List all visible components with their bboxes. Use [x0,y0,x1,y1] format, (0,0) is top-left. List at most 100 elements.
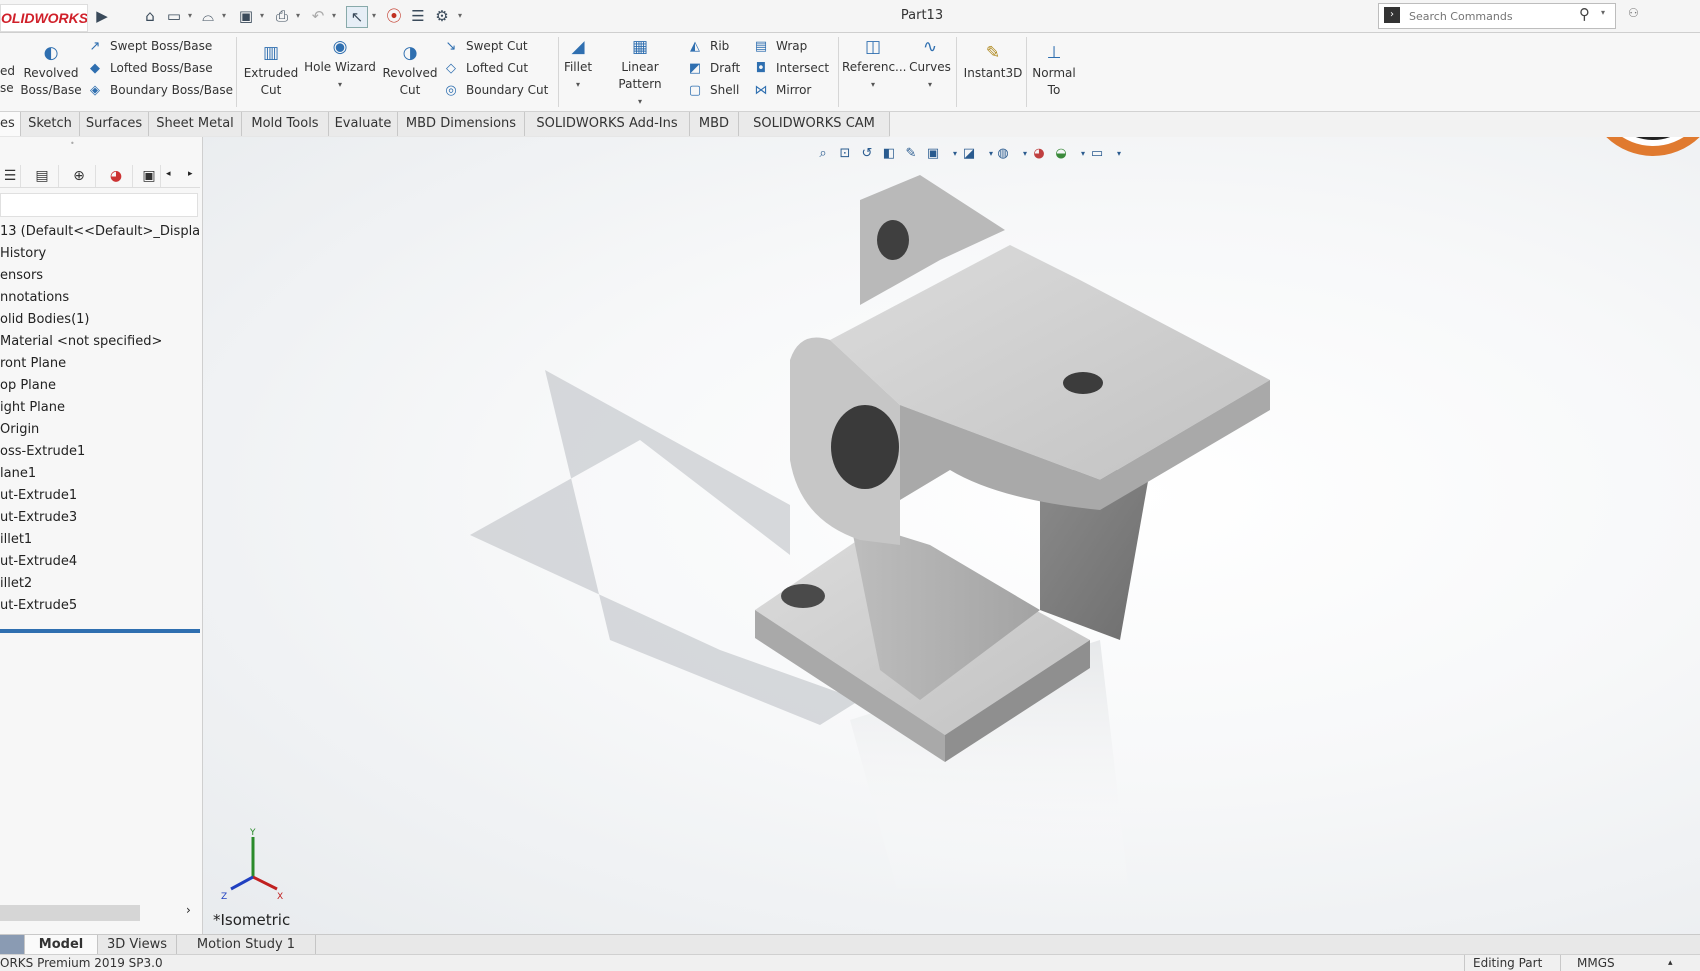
tab-mbd-dimensions[interactable]: MBD Dimensions [398,112,525,136]
rib-button[interactable]: ◭ Rib [686,35,750,57]
horizontal-scrollbar[interactable] [0,905,140,921]
wrap-button[interactable]: ▤ Wrap [752,35,836,57]
tree-item-material[interactable]: Material <not specified> [0,331,200,353]
menu-expand-icon[interactable]: ▶ [92,6,112,26]
tab-scroll-icon[interactable] [0,935,25,955]
tree-item-cut-extrude3[interactable]: ut-Extrude3 [0,507,200,529]
tab-3d-views[interactable]: 3D Views [98,935,177,955]
tree-item-top-plane[interactable]: op Plane [0,375,200,397]
tree-item-annotations[interactable]: nnotations [0,287,200,309]
reference-geometry-button[interactable]: ◫ Referenc... ▾ [842,37,907,93]
tab-sketch[interactable]: Sketch [21,112,80,136]
tree-item-cut-extrude5[interactable]: ut-Extrude5 [0,595,200,617]
new-dropdown-icon[interactable]: ▾ [186,8,194,24]
panel-scroll-left-icon[interactable]: ◂ [166,169,171,179]
tab-solidworks-cam[interactable]: SOLIDWORKS CAM [739,112,890,136]
tab-evaluate[interactable]: Evaluate [329,112,398,136]
extruded-cut-button[interactable]: ▥ Extruded Cut [242,43,300,99]
linear-pattern-button[interactable]: ▦ Linear Pattern ▾ [598,37,682,110]
tree-item-part[interactable]: 13 (Default<<Default>_Display [0,221,200,243]
tab-surfaces[interactable]: Surfaces [80,112,149,136]
tree-item-fillet2[interactable]: illet2 [0,573,200,595]
fillet-button[interactable]: ◢ Fillet ▾ [562,37,594,93]
units-dropdown-icon[interactable]: ▴ [1668,955,1673,971]
instant3d-button[interactable]: ✎ Instant3D [960,43,1026,82]
intersect-button[interactable]: ◘ Intersect [752,57,836,79]
search-commands-box[interactable]: › ⚲ ▾ [1378,3,1616,29]
file-properties-icon[interactable]: ☰ [408,6,428,26]
draft-button[interactable]: ◩ Draft [686,57,750,79]
tab-motion-study-1[interactable]: Motion Study 1 [177,935,316,955]
shell-button[interactable]: ▢ Shell [686,79,750,101]
feature-tree-tab-icon[interactable]: ☰ [0,165,21,187]
linear-pattern-dropdown-icon[interactable]: ▾ [598,93,682,110]
tree-item-cut-extrude1[interactable]: ut-Extrude1 [0,485,200,507]
lofted-cut-button[interactable]: ◇ Lofted Cut [442,57,556,79]
hole-wizard-button[interactable]: ◉ Hole Wizard ▾ [304,37,376,93]
user-icon[interactable]: ⚇ [1628,6,1639,20]
tree-item-solid-bodies[interactable]: olid Bodies(1) [0,309,200,331]
save-icon[interactable]: ▣ [236,6,256,26]
curves-button[interactable]: ∿ Curves ▾ [906,37,954,93]
swept-boss-button[interactable]: ↗ Swept Boss/Base [86,35,236,57]
new-document-icon[interactable]: ▭ [164,6,184,26]
tree-item-origin[interactable]: Origin [0,419,200,441]
panel-collapse-handle-icon[interactable]: • [70,139,75,148]
tab-solidworks-add-ins[interactable]: SOLIDWORKS Add-Ins [525,112,690,136]
print-icon[interactable]: ⎙ [272,6,292,26]
normal-to-button[interactable]: ⊥ Normal To [1030,43,1078,99]
units-selector[interactable]: MMGS [1560,955,1637,971]
tree-item-right-plane[interactable]: ight Plane [0,397,200,419]
fillet-dropdown-icon[interactable]: ▾ [562,76,594,93]
scroll-right-arrow-icon[interactable]: › [186,903,191,917]
tree-item-fillet1[interactable]: illet1 [0,529,200,551]
revolved-cut-button[interactable]: ◑ Revolved Cut [380,43,440,99]
graphics-area[interactable]: ⌕ ⊡ ↺ ◧ ✎ ▣ ▾ ◪ ▾ ◍ ▾ ◕ ◒ ▾ ▭ ▾ Y X Z *I… [203,137,1700,934]
open-folder-icon[interactable]: ⌓ [198,6,218,26]
print-dropdown-icon[interactable]: ▾ [294,8,302,24]
search-dropdown-icon[interactable]: ▾ [1601,8,1605,17]
tree-item-cut-extrude4[interactable]: ut-Extrude4 [0,551,200,573]
swept-cut-button[interactable]: ↘ Swept Cut [442,35,556,57]
tree-item-front-plane[interactable]: ront Plane [0,353,200,375]
lofted-boss-button[interactable]: ◆ Lofted Boss/Base [86,57,236,79]
home-icon[interactable]: ⌂ [140,6,160,26]
tab-features[interactable]: es [0,112,21,136]
tab-mold-tools[interactable]: Mold Tools [242,112,329,136]
options-gear-icon[interactable]: ⚙ [432,6,452,26]
dimxpert-tab-icon[interactable]: ▣ [138,165,161,187]
rollback-bar[interactable] [0,629,200,633]
open-dropdown-icon[interactable]: ▾ [220,8,228,24]
undo-icon[interactable]: ↶ [308,6,328,26]
tab-mbd[interactable]: MBD [690,112,739,136]
partial-boss-tool[interactable]: ed se [0,63,15,97]
tree-item-history[interactable]: History [0,243,200,265]
curves-dropdown-icon[interactable]: ▾ [906,76,954,93]
tree-item-boss-extrude1[interactable]: oss-Extrude1 [0,441,200,463]
boundary-boss-button[interactable]: ◈ Boundary Boss/Base [86,79,236,101]
traffic-light-icon[interactable]: ⦿ [384,6,404,26]
configuration-manager-tab-icon[interactable]: ⊕ [63,165,96,187]
save-dropdown-icon[interactable]: ▾ [258,8,266,24]
revolved-boss-button[interactable]: ◐ Revolved Boss/Base [20,43,82,99]
hole-wizard-dropdown-icon[interactable]: ▾ [304,76,376,93]
tab-sheet-metal[interactable]: Sheet Metal [149,112,242,136]
tree-item-plane1[interactable]: lane1 [0,463,200,485]
feature-filter-input[interactable] [0,193,198,217]
search-input[interactable] [1407,6,1581,26]
reference-dropdown-icon[interactable]: ▾ [842,76,904,93]
part-model-render[interactable] [203,137,1700,934]
tree-item-sensors[interactable]: ensors [0,265,200,287]
select-dropdown-icon[interactable]: ▾ [370,8,378,24]
tab-model[interactable]: Model [25,935,98,955]
solidworks-logo[interactable]: OLIDWORKS [0,4,88,32]
panel-scroll-right-icon[interactable]: ▸ [188,169,193,179]
property-manager-tab-icon[interactable]: ▤ [26,165,59,187]
options-dropdown-icon[interactable]: ▾ [456,8,464,24]
mirror-button[interactable]: ⋈ Mirror [752,79,836,101]
boundary-cut-button[interactable]: ◎ Boundary Cut [442,79,556,101]
appearance-tab-icon[interactable]: ◕ [100,165,133,187]
select-pointer-icon[interactable]: ↖ [346,6,368,28]
search-icon[interactable]: ⚲ [1579,5,1590,23]
undo-dropdown-icon[interactable]: ▾ [330,8,338,24]
